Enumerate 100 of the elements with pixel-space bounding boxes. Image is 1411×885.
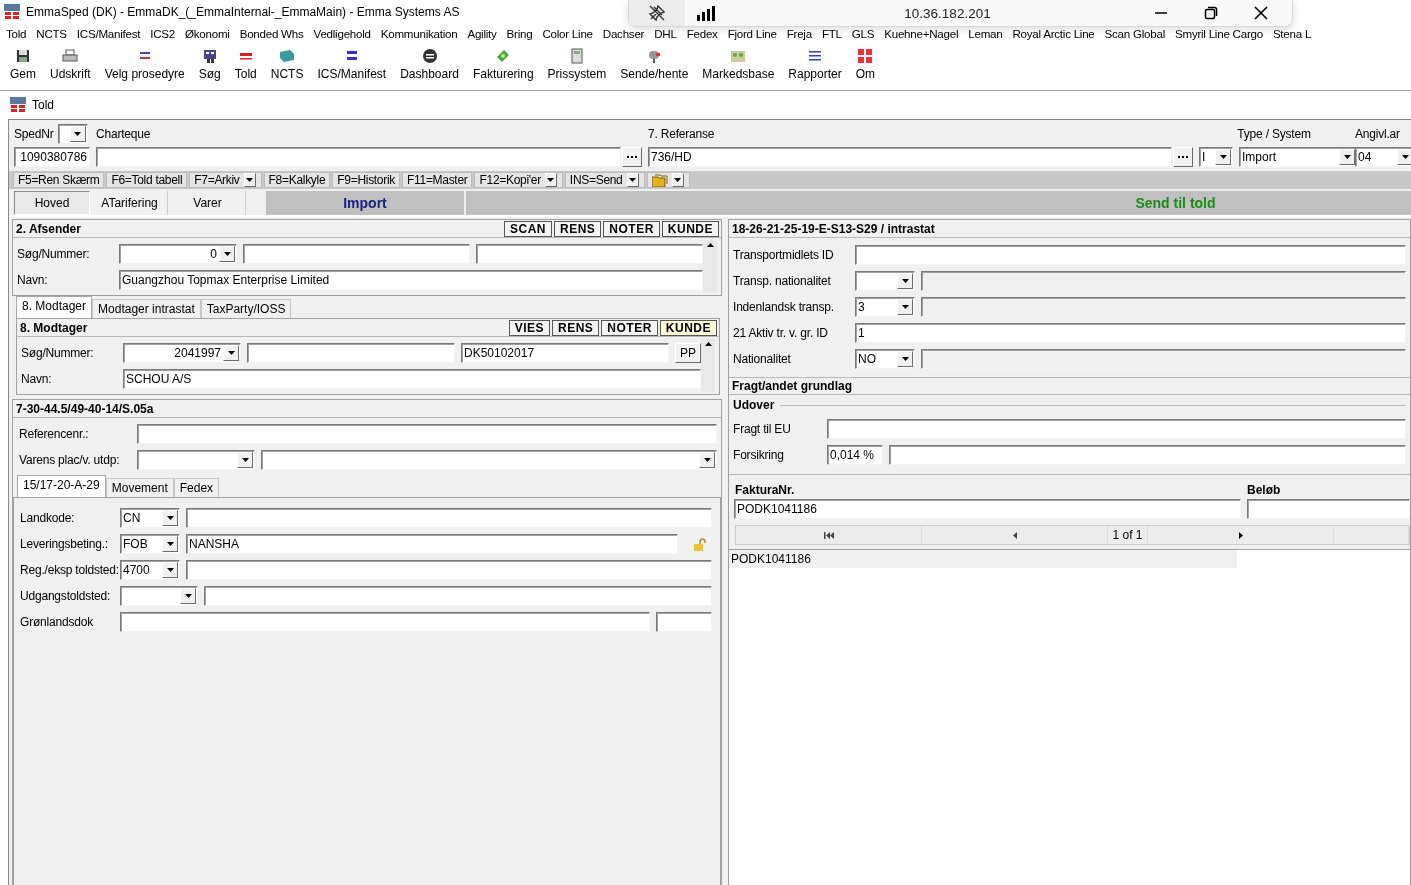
tab[interactable]: Fedex: [173, 478, 220, 497]
function-key-button[interactable]: F12=Kopi'er: [474, 172, 563, 188]
tab[interactable]: 8. Modtager: [16, 296, 93, 318]
action-button[interactable]: NOTER: [601, 319, 658, 336]
tab[interactable]: TaxParty/IOSS: [200, 299, 292, 318]
dropdown[interactable]: 4700: [120, 560, 180, 580]
menu-item[interactable]: Kuehne+Nagel: [884, 27, 959, 40]
action-button[interactable]: KUNDE: [659, 319, 717, 336]
toolbar-button[interactable]: Sende/hente: [620, 48, 689, 81]
menu-item[interactable]: Freja: [786, 27, 812, 40]
toolbar-button[interactable]: Gem: [10, 48, 36, 81]
unpin-icon[interactable]: [648, 4, 666, 22]
menu-item[interactable]: Leman: [968, 27, 1003, 40]
menu-item[interactable]: Vedligehold: [313, 27, 371, 40]
toolbar-button[interactable]: Rapporter: [788, 48, 842, 81]
dropdown[interactable]: 3: [855, 297, 915, 317]
dropdown[interactable]: I: [1199, 147, 1233, 167]
action-button[interactable]: SCAN: [503, 220, 552, 237]
menu-item[interactable]: Bring: [506, 27, 533, 40]
dropdown[interactable]: CN: [120, 508, 180, 528]
input-field[interactable]: [827, 419, 1406, 439]
dropdown[interactable]: Import: [1239, 147, 1357, 167]
menu-item[interactable]: Dachser: [602, 27, 645, 40]
more-button[interactable]: [622, 147, 642, 167]
menu-item[interactable]: Scan Global: [1104, 27, 1165, 40]
menu-item[interactable]: Smyril Line Cargo: [1175, 27, 1263, 40]
input-field[interactable]: [186, 508, 712, 528]
toolbar-button[interactable]: Markedsbase: [702, 48, 775, 81]
menu-item[interactable]: Stena L: [1272, 27, 1312, 40]
action-button[interactable]: KUNDE: [661, 220, 719, 237]
dropdown[interactable]: FOB: [120, 534, 180, 554]
input-field[interactable]: [656, 612, 712, 632]
dropdown[interactable]: [855, 271, 915, 291]
function-key-button[interactable]: F9=Historik: [332, 172, 400, 188]
folder-button[interactable]: [646, 172, 690, 188]
input-field[interactable]: [889, 445, 1406, 465]
input-field[interactable]: DK50102017: [461, 343, 669, 363]
toolbar-button[interactable]: Fakturering: [472, 48, 534, 81]
toolbar-button[interactable]: NCTS: [270, 48, 304, 81]
function-key-button[interactable]: INS=Send: [564, 172, 645, 188]
menu-item[interactable]: Bonded Whs: [239, 27, 304, 40]
restore-icon[interactable]: [1204, 6, 1218, 20]
input-field[interactable]: [1247, 499, 1410, 519]
pp-button[interactable]: PP: [675, 343, 701, 363]
input-field[interactable]: SCHOU A/S: [123, 369, 701, 389]
action-button[interactable]: RENS: [554, 220, 602, 237]
menu-item[interactable]: Agility: [467, 27, 497, 40]
tab[interactable]: Modtager intrastat: [92, 299, 201, 318]
menu-item[interactable]: GLS: [851, 27, 875, 40]
toolbar-button[interactable]: Søg: [198, 48, 221, 81]
dropdown[interactable]: 0: [119, 244, 237, 264]
tab[interactable]: Movement: [105, 478, 174, 497]
function-key-button[interactable]: F7=Arkiv: [189, 172, 262, 188]
input-field[interactable]: 1090380786: [14, 147, 90, 167]
input-field[interactable]: [855, 245, 1406, 265]
scrollbar[interactable]: [703, 240, 717, 293]
menu-item[interactable]: ICS/Manifest: [76, 27, 141, 40]
input-field[interactable]: [476, 244, 703, 264]
toolbar-button[interactable]: ICS/Manifest: [317, 48, 387, 81]
function-key-button[interactable]: F11=Master: [402, 172, 473, 188]
menu-item[interactable]: Royal Arctic Line: [1012, 27, 1095, 40]
function-key-button[interactable]: F6=Told tabell: [106, 172, 188, 188]
input-field[interactable]: 736/HD: [648, 147, 1172, 167]
dropdown[interactable]: 2041997: [123, 343, 241, 363]
input-field[interactable]: NANSHA: [186, 534, 678, 554]
function-key-button[interactable]: F5=Ren Skærm: [13, 172, 105, 188]
toolbar-button[interactable]: Told: [234, 48, 257, 81]
input-field[interactable]: 0,014 %: [827, 445, 883, 465]
toolbar-button[interactable]: Om: [855, 48, 876, 81]
dropdown[interactable]: [261, 450, 717, 470]
input-field[interactable]: 1: [855, 323, 1406, 343]
function-key-button[interactable]: F8=Kalkyle: [263, 172, 331, 188]
scroll-up-icon[interactable]: [706, 243, 714, 247]
menu-item[interactable]: ICS2: [150, 27, 175, 40]
input-field[interactable]: [137, 424, 717, 444]
action-button[interactable]: VIES: [508, 319, 550, 336]
toolbar-button[interactable]: Prissystem: [547, 48, 607, 81]
dropdown[interactable]: [57, 124, 88, 144]
input-field[interactable]: [186, 560, 712, 580]
dropdown[interactable]: 04: [1355, 147, 1411, 167]
menu-item[interactable]: Told: [6, 27, 27, 40]
tab[interactable]: 15/17-20-A-29: [17, 475, 106, 497]
toolbar-button[interactable]: Dashboard: [400, 48, 459, 81]
menu-item[interactable]: Økonomi: [185, 27, 230, 40]
more-button[interactable]: [1173, 147, 1193, 167]
dropdown[interactable]: [137, 450, 255, 470]
input-field[interactable]: [120, 612, 650, 632]
input-field[interactable]: [243, 244, 470, 264]
input-field[interactable]: PODK1041186: [734, 499, 1241, 519]
tab[interactable]: Hoved: [14, 191, 90, 215]
menu-item[interactable]: Fjord Line: [727, 27, 777, 40]
dropdown[interactable]: NO: [855, 349, 915, 369]
input-field[interactable]: [247, 343, 455, 363]
menu-item[interactable]: Kommunikation: [380, 27, 458, 40]
action-button[interactable]: NOTER: [603, 220, 660, 237]
action-button[interactable]: RENS: [552, 319, 600, 336]
menu-item[interactable]: Color Line: [542, 27, 593, 40]
menu-item[interactable]: DHL: [654, 27, 677, 40]
menu-item[interactable]: NCTS: [36, 27, 67, 40]
scrollbar[interactable]: [701, 339, 715, 392]
